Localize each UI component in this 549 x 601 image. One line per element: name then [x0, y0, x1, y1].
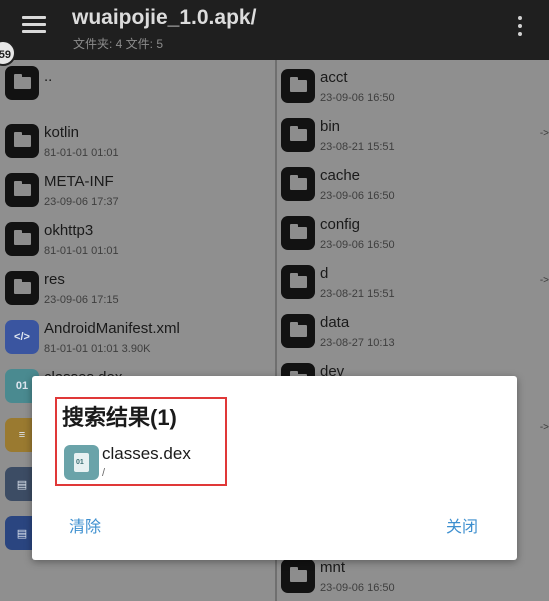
clear-button[interactable]: 清除 [69, 513, 101, 537]
item-meta: 23-08-27 10:13 [320, 337, 395, 349]
folder-icon [281, 216, 315, 250]
item-meta: 23-08-21 15:51 [320, 141, 395, 153]
item-meta: 23-09-06 16:50 [320, 190, 395, 202]
list-item[interactable]: okhttp3 81-01-01 01:01 [0, 216, 275, 265]
search-result-item[interactable]: 01 classes.dex / [64, 444, 224, 485]
list-item[interactable]: kotlin 81-01-01 01:01 [0, 118, 275, 167]
list-item[interactable]: config 23-09-06 16:50 [277, 210, 549, 259]
result-name: classes.dex [102, 444, 191, 463]
list-item[interactable]: d 23-08-21 15:51 -> [277, 259, 549, 308]
search-results-dialog: 搜索结果(1) 01 classes.dex / 清除 关闭 [32, 376, 517, 560]
item-name: cache [320, 167, 361, 184]
folder-file-count: 文件夹: 4 文件: 5 [73, 37, 164, 51]
item-name: .. [44, 68, 53, 85]
folder-icon [281, 265, 315, 299]
item-meta: 23-09-06 16:50 [320, 582, 395, 594]
list-item[interactable]: bin 23-08-21 15:51 -> [277, 112, 549, 161]
folder-icon [5, 66, 39, 100]
more-options-icon[interactable] [516, 16, 524, 38]
item-meta: 23-09-06 16:50 [320, 92, 395, 104]
item-meta: 81-01-01 01:01 [44, 147, 119, 159]
result-path: / [102, 467, 106, 479]
item-name: d [320, 265, 329, 282]
list-item[interactable]: META-INF 23-09-06 17:37 [0, 167, 275, 216]
dialog-title: 搜索结果(1) [62, 405, 177, 430]
item-name: kotlin [44, 124, 80, 141]
item-name: res [44, 271, 65, 288]
folder-icon [5, 124, 39, 158]
item-meta: 81-01-01 01:01 3.90K [44, 343, 151, 355]
list-item[interactable]: </> AndroidManifest.xml 81-01-01 01:01 3… [0, 314, 275, 363]
list-item[interactable]: res 23-09-06 17:15 [0, 265, 275, 314]
list-item[interactable]: mnt 23-09-06 16:50 [277, 553, 549, 601]
folder-icon [5, 173, 39, 207]
folder-icon [5, 271, 39, 305]
list-item[interactable]: acct 23-09-06 16:50 [277, 63, 549, 112]
item-name: acct [320, 69, 348, 86]
item-meta: 23-08-21 15:51 [320, 288, 395, 300]
item-name: META-INF [44, 173, 114, 190]
folder-icon [281, 69, 315, 103]
page-title: wuaipojie_1.0.apk/ [72, 6, 257, 29]
folder-icon [281, 314, 315, 348]
item-name: AndroidManifest.xml [44, 320, 180, 337]
symlink-arrow: -> [539, 128, 549, 139]
symlink-arrow: -> [539, 275, 549, 286]
menu-icon[interactable] [22, 16, 46, 34]
item-name: data [320, 314, 350, 331]
dex-icon-label: 01 [76, 459, 84, 466]
folder-icon [281, 167, 315, 201]
item-meta: 23-09-06 17:37 [44, 196, 119, 208]
list-item[interactable]: .. [0, 60, 275, 109]
folder-icon [281, 118, 315, 152]
list-item[interactable]: cache 23-09-06 16:50 [277, 161, 549, 210]
item-name: mnt [320, 559, 346, 576]
item-name: config [320, 216, 361, 233]
item-name: okhttp3 [44, 222, 94, 239]
item-name: bin [320, 118, 341, 135]
item-meta: 81-01-01 01:01 [44, 245, 119, 257]
close-button[interactable]: 关闭 [446, 513, 478, 537]
symlink-arrow: -> [539, 422, 549, 433]
item-meta: 23-09-06 16:50 [320, 239, 395, 251]
folder-icon [281, 559, 315, 593]
xml-file-icon: </> [5, 320, 39, 354]
item-meta: 23-09-06 17:15 [44, 294, 119, 306]
top-app-bar: wuaipojie_1.0.apk/ 文件夹: 4 文件: 5 [0, 0, 549, 60]
folder-icon [5, 222, 39, 256]
list-item[interactable]: data 23-08-27 10:13 [277, 308, 549, 357]
dex-file-icon: 01 [64, 445, 99, 480]
